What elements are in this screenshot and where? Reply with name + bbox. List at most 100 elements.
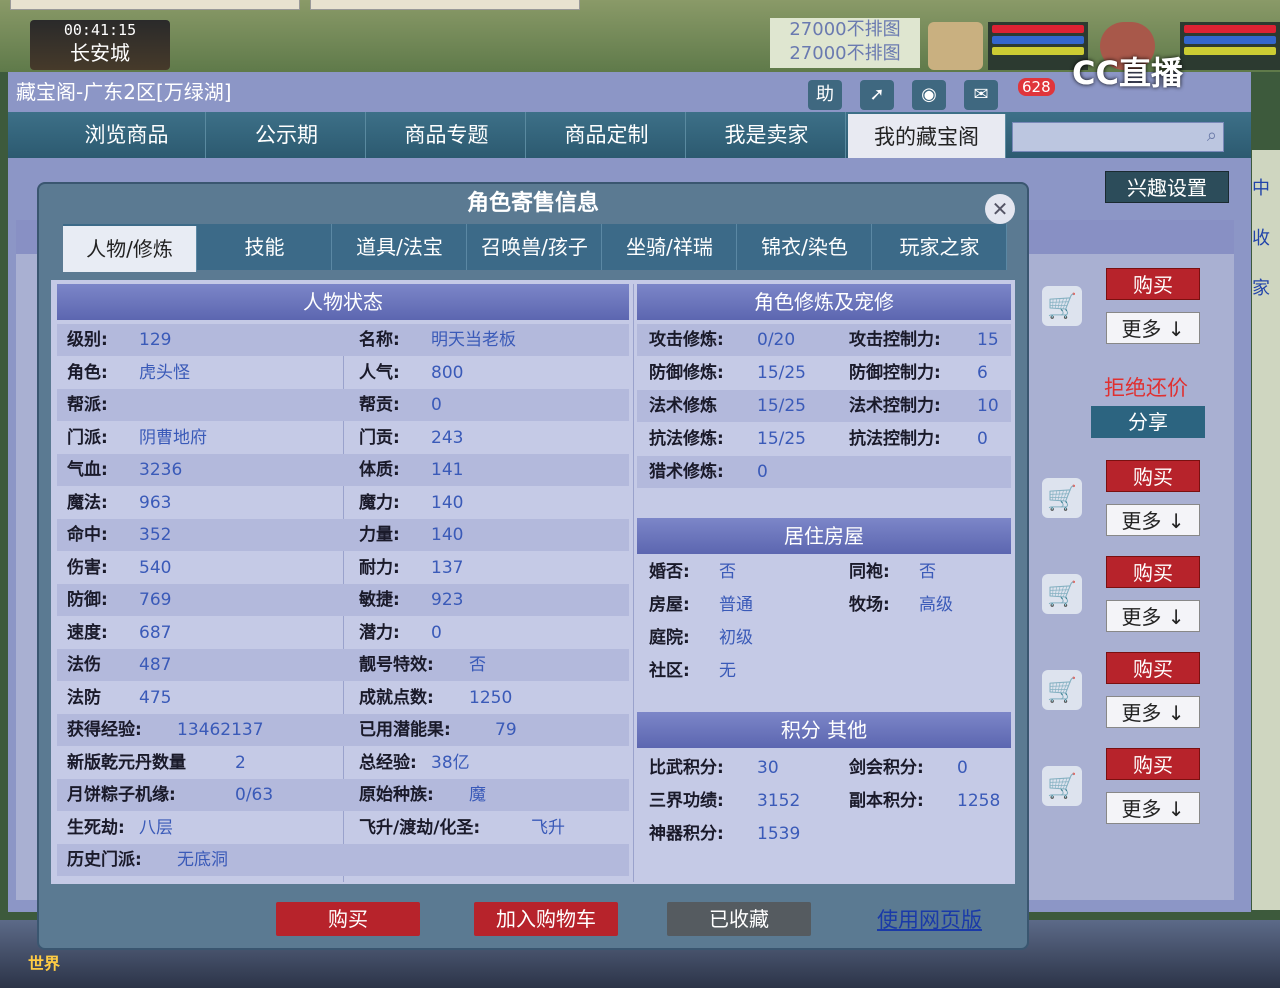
- buy-button[interactable]: 购买: [1106, 460, 1200, 492]
- info-value: 3152: [757, 791, 801, 811]
- tab-skills[interactable]: 技能: [198, 224, 332, 270]
- info-value: 八层: [139, 817, 173, 838]
- status-header: 人物状态: [57, 284, 629, 320]
- info-key: 抗法修炼:: [649, 429, 724, 449]
- info-value: 963: [139, 492, 172, 513]
- info-row: 角色: 虎头怪: [67, 357, 337, 389]
- buy-button[interactable]: 购买: [1106, 652, 1200, 684]
- info-value: 137: [431, 557, 464, 578]
- cart-icon[interactable]: 🛒: [1042, 670, 1082, 710]
- info-value: 飞升: [531, 817, 565, 838]
- info-value: 38亿: [431, 752, 470, 773]
- nav-browse[interactable]: 浏览商品: [48, 112, 206, 158]
- tab-mounts[interactable]: 坐骑/祥瑞: [603, 224, 737, 270]
- info-value: 3236: [139, 460, 183, 480]
- info-value: 30: [757, 758, 779, 778]
- tab-pets[interactable]: 召唤兽/孩子: [468, 224, 602, 270]
- cart-icon[interactable]: 🛒: [1042, 286, 1082, 326]
- listing-row: 🛒 购买 更多 ↓: [1042, 556, 1202, 646]
- buy-button[interactable]: 购买: [1106, 556, 1200, 588]
- favorited-button[interactable]: 已收藏: [667, 902, 811, 936]
- info-key: 防御:: [67, 590, 108, 610]
- cart-icon[interactable]: 🛒: [1042, 478, 1082, 518]
- info-key: 神器积分:: [649, 824, 724, 844]
- info-value: 923: [431, 590, 464, 610]
- info-key: 抗法控制力:: [849, 429, 941, 449]
- search-icon[interactable]: ⌕: [1207, 125, 1217, 146]
- game-notice: 27000不排图 27000不排图: [770, 18, 920, 68]
- cart-icon[interactable]: 🛒: [1042, 574, 1082, 614]
- info-row: 月饼粽子机缘: 0/63: [67, 779, 337, 811]
- help-icon[interactable]: 助: [808, 80, 842, 110]
- info-key: 敏捷:: [359, 590, 400, 610]
- record-icon[interactable]: ◉: [912, 80, 946, 110]
- game-right-strip: 中收家: [1252, 150, 1280, 910]
- more-button[interactable]: 更多 ↓: [1106, 312, 1200, 344]
- more-label: 更多: [1121, 605, 1162, 629]
- cart-icon[interactable]: 🛒: [1042, 766, 1082, 806]
- info-key: 成就点数:: [359, 687, 434, 708]
- chat-icon[interactable]: ✉: [964, 80, 998, 110]
- info-value: 6: [977, 363, 988, 383]
- info-key: 门派:: [67, 427, 108, 448]
- tab-character[interactable]: 人物/修炼: [63, 226, 197, 272]
- info-row: 名称: 明天当老板: [359, 324, 629, 356]
- buy-button[interactable]: 购买: [276, 902, 420, 936]
- info-value: 540: [139, 557, 172, 578]
- more-label: 更多: [1121, 317, 1162, 341]
- info-key: 攻击修炼:: [649, 330, 724, 350]
- tab-player-home[interactable]: 玩家之家: [873, 224, 1007, 270]
- buy-button[interactable]: 购买: [1106, 748, 1200, 780]
- info-row: 总经验: 38亿: [359, 747, 629, 779]
- shop-search-input[interactable]: ⌕: [1012, 122, 1224, 152]
- more-button[interactable]: 更多 ↓: [1106, 696, 1200, 728]
- share-arrow-icon[interactable]: ➚: [860, 80, 894, 110]
- browser-tab[interactable]: [10, 0, 300, 10]
- info-row: 猎术修炼: 0: [649, 456, 1009, 488]
- buy-button[interactable]: 购买: [1106, 268, 1200, 300]
- info-row: 速度: 687: [67, 617, 337, 649]
- info-row: 魔法: 963: [67, 487, 337, 519]
- nav-seller[interactable]: 我是卖家: [688, 112, 846, 158]
- info-key: 庭院:: [649, 628, 690, 648]
- info-row: 法伤 487: [67, 649, 337, 681]
- world-chat-button[interactable]: 世界: [28, 950, 60, 974]
- info-value: 141: [431, 460, 464, 480]
- player-status-bars: [1180, 22, 1280, 70]
- status-column-2: 名称: 明天当老板 人气: 800 帮贡: 0 门贡: 243 体质: 141 魔力: 140 力量: 1…: [359, 324, 629, 864]
- listing-row: 🛒 购买 更多 ↓: [1042, 748, 1202, 838]
- add-to-cart-button[interactable]: 加入购物车: [474, 902, 618, 936]
- tab-costumes[interactable]: 锦衣/染色: [738, 224, 872, 270]
- cultivation-list: 攻击修炼: 0/20 攻击控制力: 15 防御修炼: 15/25 防御控制力: 6 法术修炼 15…: [649, 324, 1009, 494]
- info-row: 帮贡: 0: [359, 389, 629, 421]
- pet-avatar[interactable]: [928, 22, 983, 70]
- info-row: 神器积分: 1539: [649, 818, 1009, 850]
- info-value: 否: [469, 655, 486, 675]
- more-button[interactable]: 更多 ↓: [1106, 792, 1200, 824]
- browser-tab[interactable]: [310, 0, 580, 10]
- info-row: 伤害: 540: [67, 552, 337, 584]
- interest-settings-button[interactable]: 兴趣设置: [1105, 171, 1229, 203]
- nav-my-shop[interactable]: 我的藏宝阁: [848, 114, 1006, 158]
- tab-items[interactable]: 道具/法宝: [333, 224, 467, 270]
- close-icon[interactable]: ✕: [985, 194, 1015, 224]
- info-key: 猎术修炼:: [649, 462, 724, 482]
- info-row: 靓号特效: 否: [359, 649, 629, 681]
- nav-topics[interactable]: 商品专题: [368, 112, 526, 158]
- info-value: 475: [139, 687, 172, 708]
- more-button[interactable]: 更多 ↓: [1106, 504, 1200, 536]
- info-row: 力量: 140: [359, 519, 629, 551]
- info-key: 气血:: [67, 460, 108, 480]
- more-button[interactable]: 更多 ↓: [1106, 600, 1200, 632]
- nav-custom[interactable]: 商品定制: [528, 112, 686, 158]
- info-value: 0: [977, 429, 988, 449]
- info-key: 法防: [67, 687, 101, 708]
- info-value: 15: [977, 330, 999, 350]
- info-value: 140: [431, 492, 464, 513]
- info-value: 无: [719, 661, 736, 681]
- nav-public[interactable]: 公示期: [208, 112, 366, 158]
- web-version-link[interactable]: 使用网页版: [877, 904, 982, 934]
- share-button[interactable]: 分享: [1091, 406, 1205, 438]
- info-key: 角色:: [67, 362, 108, 383]
- info-value: 15/25: [757, 429, 806, 449]
